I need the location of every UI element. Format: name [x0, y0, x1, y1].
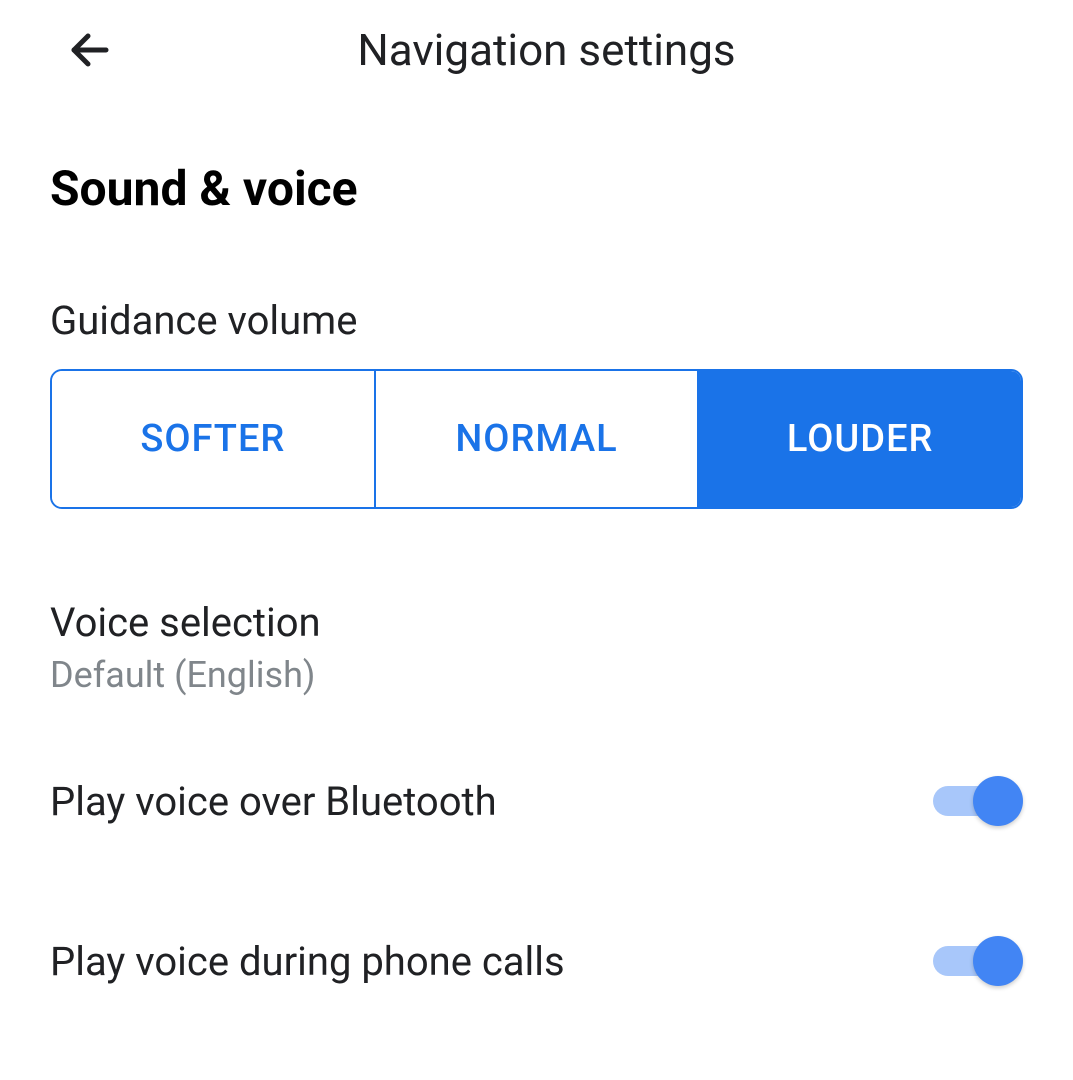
guidance-volume-selector: SOFTER NORMAL LOUDER — [50, 369, 1023, 509]
voice-selection-value: Default (English) — [50, 654, 1023, 696]
guidance-volume-label: Guidance volume — [50, 297, 1023, 344]
page-title: Navigation settings — [60, 24, 1033, 76]
voice-selection-item[interactable]: Voice selection Default (English) — [50, 599, 1023, 696]
volume-louder-button[interactable]: LOUDER — [699, 371, 1021, 507]
section-title: Sound & voice — [50, 160, 1023, 217]
volume-normal-button[interactable]: NORMAL — [376, 371, 700, 507]
header: Navigation settings — [0, 0, 1073, 100]
content: Sound & voice Guidance volume SOFTER NOR… — [0, 100, 1073, 986]
toggle-thumb — [973, 936, 1023, 986]
phone-calls-toggle-label: Play voice during phone calls — [50, 938, 565, 985]
voice-selection-title: Voice selection — [50, 599, 1023, 646]
bluetooth-toggle-row: Play voice over Bluetooth — [50, 776, 1023, 826]
bluetooth-toggle[interactable] — [933, 776, 1023, 826]
phone-calls-toggle-row: Play voice during phone calls — [50, 936, 1023, 986]
bluetooth-toggle-label: Play voice over Bluetooth — [50, 778, 497, 825]
toggle-thumb — [973, 776, 1023, 826]
volume-softer-button[interactable]: SOFTER — [52, 371, 376, 507]
phone-calls-toggle[interactable] — [933, 936, 1023, 986]
